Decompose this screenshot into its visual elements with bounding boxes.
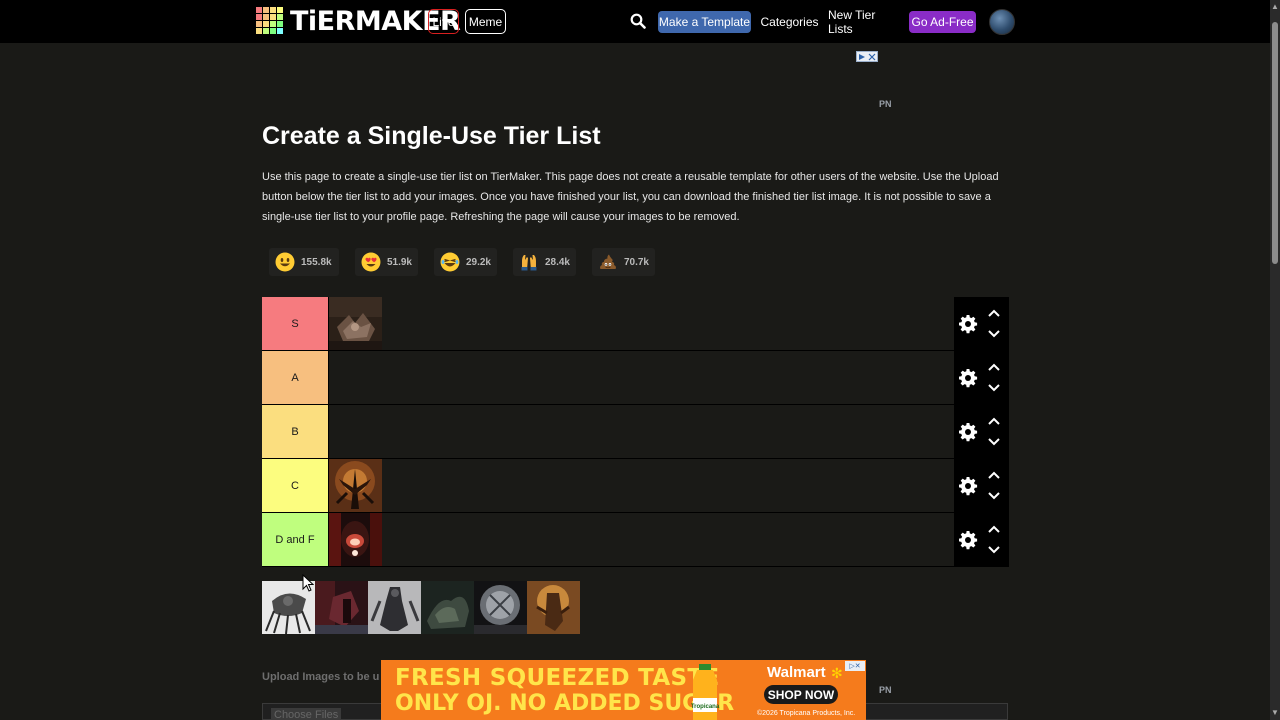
categories-link[interactable]: Categories <box>760 11 818 33</box>
juice-bottle-image: Tropicana <box>691 664 720 720</box>
ad-legal-text: ©2026 Tropicana Products, Inc. <box>757 710 856 717</box>
reaction-bar: 155.8k 51.9k 29.2k 28.4k 70.7k <box>269 248 671 276</box>
page-description: Use this page to create a single-use tie… <box>262 171 999 223</box>
settings-gear-icon[interactable] <box>958 314 978 334</box>
settings-gear-icon[interactable] <box>958 422 978 442</box>
tier-items-b[interactable] <box>329 405 954 458</box>
make-template-button[interactable]: Make a Template <box>658 11 751 33</box>
laughing-emoji-icon <box>440 252 460 272</box>
reaction-count: 28.4k <box>544 256 570 268</box>
ad-info-icon[interactable]: ▷✕ <box>845 661 865 671</box>
page-scrollbar[interactable]: ▲ ▼ <box>1270 0 1280 720</box>
reaction-heart-eyes[interactable]: 51.9k <box>355 248 418 276</box>
tier-items-a[interactable] <box>329 351 954 404</box>
live-button[interactable]: Live <box>428 9 459 34</box>
ad-close-icon <box>868 53 876 60</box>
tier-item-image[interactable] <box>329 297 382 350</box>
adchoices-icon[interactable] <box>856 51 878 62</box>
tier-row-d-and-f: D and F <box>262 513 1009 567</box>
reaction-count: 51.9k <box>386 256 412 268</box>
settings-gear-icon[interactable] <box>958 476 978 496</box>
settings-gear-icon[interactable] <box>958 530 978 550</box>
move-up-chevron-icon[interactable] <box>988 417 1000 425</box>
settings-gear-icon[interactable] <box>958 368 978 388</box>
go-ad-free-button[interactable]: Go Ad-Free <box>909 11 976 33</box>
page-title: Create a Single-Use Tier List <box>262 122 601 150</box>
ad-shop-now-button[interactable]: SHOP NOW <box>764 685 838 704</box>
tier-row-b: B <box>262 405 1009 459</box>
move-down-chevron-icon[interactable] <box>988 438 1000 446</box>
poop-emoji-icon <box>599 254 616 269</box>
choose-files-button[interactable]: Choose Files <box>271 708 342 720</box>
reaction-smiley[interactable]: 155.8k <box>269 248 339 276</box>
pool-item-image[interactable] <box>368 581 421 634</box>
tier-row-c: C <box>262 459 1009 513</box>
reaction-count: 70.7k <box>623 256 649 268</box>
top-nav-bar: TiERMAKER Live Meme Make a Template Cate… <box>0 0 1270 43</box>
raised-hands-emoji-icon <box>521 255 537 271</box>
tier-list: S A B C D and F <box>262 297 1009 567</box>
user-avatar[interactable] <box>989 9 1015 35</box>
tier-label-b[interactable]: B <box>262 405 329 458</box>
logo-grid-icon <box>256 6 286 37</box>
mouse-cursor-icon <box>302 574 314 592</box>
tier-controls-d-and-f <box>954 513 1008 566</box>
pool-item-image[interactable] <box>474 581 527 634</box>
tier-row-a: A <box>262 351 1009 405</box>
scroll-down-arrow-icon[interactable]: ▼ <box>1271 709 1279 717</box>
tier-controls-c <box>954 459 1008 512</box>
scrollbar-thumb[interactable] <box>1272 22 1278 264</box>
tier-label-d-and-f[interactable]: D and F <box>262 513 329 566</box>
search-icon[interactable] <box>630 13 646 29</box>
tier-items-c[interactable] <box>329 459 954 512</box>
reaction-raised-hands[interactable]: 28.4k <box>513 248 576 276</box>
upload-images-label: Upload Images to be u <box>262 671 380 683</box>
ad-network-label: PN <box>879 99 892 109</box>
move-down-chevron-icon[interactable] <box>988 384 1000 392</box>
move-down-chevron-icon[interactable] <box>988 492 1000 500</box>
scroll-up-arrow-icon[interactable]: ▲ <box>1271 3 1279 11</box>
move-up-chevron-icon[interactable] <box>988 471 1000 479</box>
move-up-chevron-icon[interactable] <box>988 525 1000 533</box>
move-down-chevron-icon[interactable] <box>988 546 1000 554</box>
reaction-laughing[interactable]: 29.2k <box>434 248 497 276</box>
bottom-banner-ad[interactable]: FRESH SQUEEZED TASTE ONLY OJ. NO ADDED S… <box>381 660 866 720</box>
meme-button[interactable]: Meme <box>465 9 506 34</box>
tier-item-image[interactable] <box>329 513 382 566</box>
adchoices-triangle-icon <box>859 53 865 60</box>
heart-eyes-emoji-icon <box>361 252 381 272</box>
smiley-emoji-icon <box>275 252 295 272</box>
move-up-chevron-icon[interactable] <box>988 309 1000 317</box>
tier-item-image[interactable] <box>329 459 382 512</box>
reaction-poop[interactable]: 70.7k <box>592 248 655 276</box>
pool-item-image[interactable] <box>315 581 368 634</box>
reaction-count: 29.2k <box>465 256 491 268</box>
bottle-brand-label: Tropicana <box>691 704 720 710</box>
move-up-chevron-icon[interactable] <box>988 363 1000 371</box>
walmart-spark-icon: ✻ <box>831 665 843 681</box>
tier-items-d-and-f[interactable] <box>329 513 954 566</box>
pool-item-image[interactable] <box>421 581 474 634</box>
reaction-count: 155.8k <box>301 256 332 268</box>
tier-controls-a <box>954 351 1008 404</box>
ad-brand-name: Walmart <box>767 664 826 681</box>
tier-controls-b <box>954 405 1008 458</box>
tier-controls-s <box>954 297 1008 350</box>
move-down-chevron-icon[interactable] <box>988 330 1000 338</box>
pool-item-image[interactable] <box>527 581 580 634</box>
tier-label-a[interactable]: A <box>262 351 329 404</box>
ad-headline: FRESH SQUEEZED TASTE <box>395 665 720 691</box>
ad-network-label: PN <box>879 685 892 695</box>
new-tier-lists-link[interactable]: New Tier Lists <box>828 8 897 36</box>
tier-label-c[interactable]: C <box>262 459 329 512</box>
tier-row-s: S <box>262 297 1009 351</box>
tier-label-s[interactable]: S <box>262 297 329 350</box>
tier-items-s[interactable] <box>329 297 954 350</box>
